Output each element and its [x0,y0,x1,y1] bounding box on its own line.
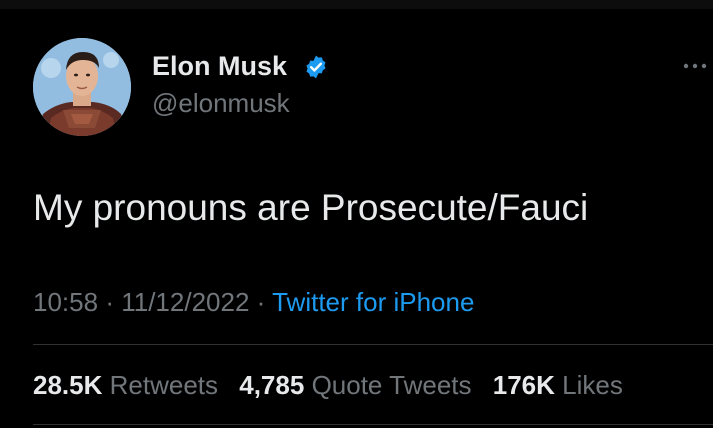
tweet-text: My pronouns are Prosecute/Fauci [33,187,589,228]
likes-label: Likes [562,370,623,400]
tweet-stats: 28.5K Retweets 4,785 Quote Tweets 176K L… [33,369,637,401]
avatar[interactable] [33,38,131,136]
verified-badge-icon [306,55,326,79]
retweets-count: 28.5K [33,370,103,400]
avatar-image [33,38,131,136]
retweets-stat[interactable]: 28.5K Retweets [33,370,218,400]
quote-tweets-stat[interactable]: 4,785 Quote Tweets [239,370,471,400]
author-display-name[interactable]: Elon Musk [152,50,287,82]
quote-tweets-count: 4,785 [239,370,305,400]
tweet-date[interactable]: 11/12/2022 [121,287,249,317]
likes-stat[interactable]: 176K Likes [493,370,623,400]
author-handle[interactable]: @elonmusk [152,88,290,118]
divider [33,424,713,425]
tweet-meta: 10:58 · 11/12/2022 · Twitter for iPhone [33,286,474,318]
retweets-label: Retweets [109,370,219,400]
tweet-time[interactable]: 10:58 [33,287,98,317]
likes-count: 176K [492,370,555,400]
meta-separator: · [256,287,266,317]
top-edge [0,0,713,9]
meta-separator: · [105,287,114,317]
tweet-card: Elon Musk @elonmusk My pronouns are Pros… [0,0,713,428]
divider [33,344,713,345]
more-options-icon[interactable] [682,60,708,72]
quote-tweets-label: Quote Tweets [311,370,472,400]
tweet-source-link[interactable]: Twitter for iPhone [272,287,474,317]
